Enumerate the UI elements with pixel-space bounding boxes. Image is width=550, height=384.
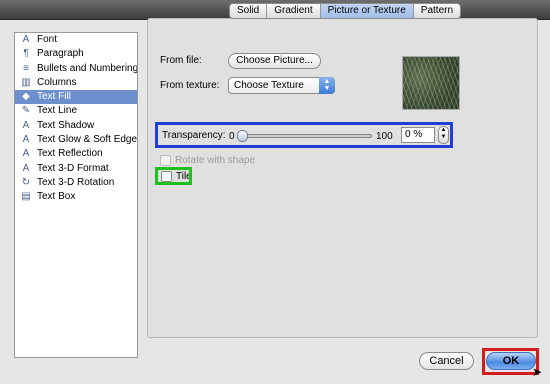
sidebar-item-label: Text Reflection (37, 148, 103, 160)
sidebar-item-text-glow-soft-edges[interactable]: A Text Glow & Soft Edges (15, 133, 137, 147)
texture-preview-image (402, 56, 460, 110)
text-3d-format-icon: A (22, 162, 30, 174)
fill-bucket-icon: ◆ (22, 91, 30, 103)
sidebar-item-text-3-d-format[interactable]: A Text 3-D Format (15, 162, 137, 176)
sidebar-item-text-shadow[interactable]: A Text Shadow (15, 119, 137, 133)
settings-panel (147, 18, 538, 338)
tab-solid[interactable]: Solid (230, 4, 268, 18)
sidebar-item-label: Text Fill (37, 91, 71, 103)
tab-pattern[interactable]: Pattern (414, 4, 460, 18)
sidebar-item-label: Text Shadow (37, 119, 95, 131)
text-box-icon: ▤ (21, 191, 31, 203)
text-reflection-icon: A (22, 148, 30, 160)
sidebar-item-bullets-and-numbering[interactable]: ≡ Bullets and Numbering (15, 62, 137, 76)
from-file-label: From file: (160, 55, 202, 66)
sidebar-item-label: Bullets and Numbering (37, 62, 137, 74)
sidebar-item-label: Text 3-D Rotation (37, 176, 115, 188)
ok-highlight (482, 348, 539, 375)
fill-type-tabs: Solid Gradient Picture or Texture Pattern (229, 3, 462, 19)
sidebar-item-text-3-d-rotation[interactable]: ↻ Text 3-D Rotation (15, 176, 137, 190)
sidebar-item-label: Text Glow & Soft Edges (37, 134, 137, 146)
sidebar-item-paragraph[interactable]: ¶ Paragraph (15, 47, 137, 61)
from-texture-label: From texture: (160, 80, 220, 91)
font-icon: A (22, 34, 30, 45)
sidebar-item-label: Columns (37, 76, 77, 88)
tab-gradient[interactable]: Gradient (267, 4, 321, 18)
paragraph-icon: ¶ (23, 48, 29, 60)
text-shadow-icon: A (22, 119, 30, 131)
sidebar-item-label: Text 3-D Format (37, 162, 109, 174)
pencil-icon: ✎ (21, 105, 31, 117)
sidebar-item-text-fill[interactable]: ◆ Text Fill (15, 90, 137, 105)
sidebar-item-font[interactable]: A Font (15, 33, 137, 47)
sidebar-item-label: Text Box (37, 191, 76, 203)
sidebar-item-columns[interactable]: ▥ Columns (15, 76, 137, 90)
text-glow-icon: A (22, 134, 30, 146)
transparency-highlight (155, 122, 453, 148)
sidebar-item-text-box[interactable]: ▤ Text Box (15, 190, 137, 204)
rotate-with-shape-checkbox[interactable] (160, 155, 171, 166)
cancel-button[interactable]: Cancel (419, 352, 474, 370)
tab-picture-or-texture[interactable]: Picture or Texture (320, 4, 414, 18)
sidebar-item-label: Font (37, 34, 58, 45)
tile-highlight (155, 167, 192, 185)
sidebar-item-label: Paragraph (37, 48, 84, 60)
sidebar-item-text-line[interactable]: ✎ Text Line (15, 104, 137, 118)
text-3d-rotation-icon: ↻ (21, 176, 31, 188)
columns-icon: ▥ (21, 76, 31, 88)
rotate-with-shape-label: Rotate with shape (175, 155, 256, 166)
texture-select[interactable]: Choose Texture ▲ ▼ (228, 77, 335, 94)
texture-select-value: Choose Texture (234, 80, 304, 91)
category-list: A Font ¶ Paragraph ≡ Bullets and Numbering ▥ Co… (14, 32, 138, 358)
choose-picture-button[interactable]: Choose Picture... (228, 53, 321, 69)
select-arrows-icon: ▲ ▼ (319, 77, 335, 94)
bullets-icon: ≡ (23, 62, 29, 74)
mouse-pointer-icon: ➤ (532, 365, 543, 379)
sidebar-item-text-reflection[interactable]: A Text Reflection (15, 147, 137, 161)
sidebar-item-label: Text Line (37, 105, 78, 117)
